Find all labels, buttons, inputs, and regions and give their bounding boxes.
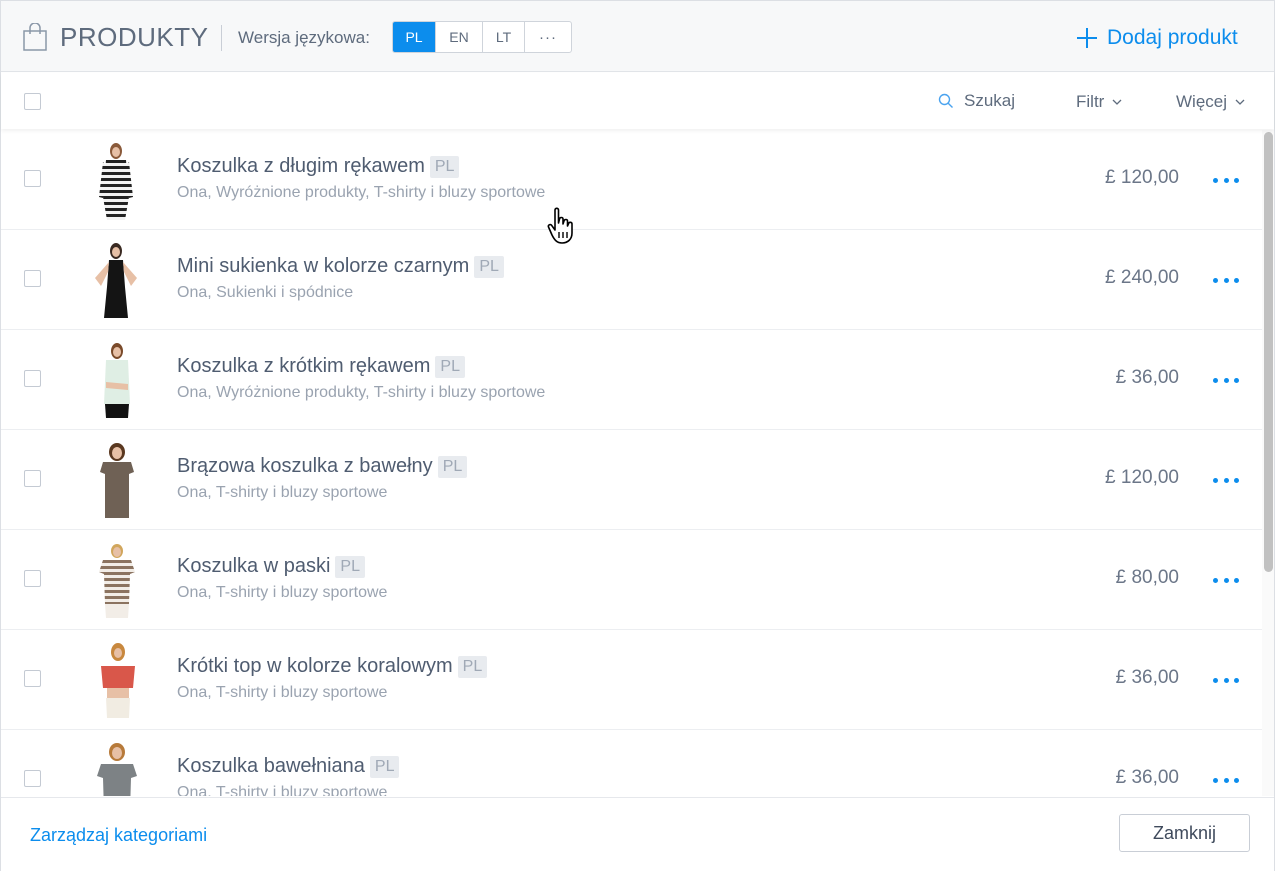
product-categories: Ona, Sukienki i spódnice <box>177 284 354 301</box>
product-thumbnail <box>97 743 137 796</box>
product-categories: Ona, Wyróżnione produkty, T-shirty i blu… <box>177 184 546 201</box>
product-row[interactable]: Koszulka z krótkim rękawem PL Ona, Wyróż… <box>1 330 1262 430</box>
product-price: £ 240,00 <box>1105 267 1179 288</box>
product-name-text: Mini sukienka w kolorze czarnym <box>177 255 470 277</box>
language-badge: PL <box>435 355 465 378</box>
product-name[interactable]: Koszulka bawełniana PL <box>177 755 400 778</box>
product-categories: Ona, T-shirty i bluzy sportowe <box>177 784 388 796</box>
product-price: £ 120,00 <box>1105 467 1179 488</box>
more-label: Więcej <box>1176 92 1228 111</box>
list-toolbar: Szukaj Filtr Więcej <box>1 73 1274 129</box>
language-badge: PL <box>457 655 488 678</box>
product-row[interactable]: Koszulka bawełniana PL Ona, T-shirty i b… <box>1 730 1262 796</box>
chevron-down-icon <box>1112 99 1122 105</box>
more-dropdown[interactable]: Więcej <box>1176 92 1245 112</box>
product-name-text: Koszulka bawełniana <box>177 755 365 777</box>
row-checkbox[interactable] <box>24 170 41 187</box>
header-divider <box>221 25 222 51</box>
row-actions-button[interactable] <box>1213 570 1239 590</box>
manage-categories-link[interactable]: Zarządzaj kategoriami <box>30 825 207 846</box>
product-thumbnail <box>104 343 130 418</box>
product-name-text: Krótki top w kolorze koralowym <box>177 655 453 677</box>
row-checkbox[interactable] <box>24 270 41 287</box>
page-title: PRODUKTY <box>60 22 209 52</box>
filter-dropdown[interactable]: Filtr <box>1076 92 1122 112</box>
product-name-text: Koszulka z krótkim rękawem <box>177 355 431 377</box>
add-product-label: Dodaj produkt <box>1107 26 1238 49</box>
product-name[interactable]: Koszulka z krótkim rękawem PL <box>177 355 465 378</box>
row-checkbox[interactable] <box>24 370 41 387</box>
product-name[interactable]: Krótki top w kolorze koralowym PL <box>177 655 488 678</box>
product-price: £ 36,00 <box>1115 667 1179 688</box>
filter-label: Filtr <box>1076 92 1105 111</box>
row-checkbox[interactable] <box>24 770 41 787</box>
add-product-button[interactable]: Dodaj produkt <box>1077 23 1238 53</box>
product-price: £ 120,00 <box>1105 167 1179 188</box>
product-row[interactable]: Mini sukienka w kolorze czarnym PL Ona, … <box>1 230 1262 330</box>
dialog-footer: Zarządzaj kategoriami Zamknij <box>1 797 1274 871</box>
product-name-text: Brązowa koszulka z bawełny <box>177 455 433 477</box>
language-en-button[interactable]: EN <box>436 22 483 52</box>
product-categories: Ona, T-shirty i bluzy sportowe <box>177 484 388 501</box>
language-lt-button[interactable]: LT <box>483 22 525 52</box>
product-row[interactable]: Koszulka z długim rękawem PL Ona, Wyróżn… <box>1 130 1262 230</box>
product-price: £ 36,00 <box>1115 767 1179 788</box>
language-badge: PL <box>335 555 365 578</box>
product-row[interactable]: Krótki top w kolorze koralowym PL Ona, T… <box>1 630 1262 730</box>
product-thumbnail <box>95 243 137 318</box>
row-checkbox[interactable] <box>24 470 41 487</box>
shopping-bag-icon <box>23 23 47 51</box>
row-actions-button[interactable] <box>1213 270 1239 290</box>
language-badge: PL <box>474 255 504 278</box>
hand-cursor-icon <box>547 207 573 244</box>
row-checkbox[interactable] <box>24 570 41 587</box>
product-categories: Ona, Wyróżnione produkty, T-shirty i blu… <box>177 384 546 401</box>
product-row[interactable]: Koszulka w paski PL Ona, T-shirty i bluz… <box>1 530 1262 630</box>
language-badge: PL <box>369 755 400 778</box>
product-name[interactable]: Brązowa koszulka z bawełny PL <box>177 455 468 478</box>
product-name[interactable]: Koszulka z długim rękawem PL <box>177 155 460 178</box>
row-actions-button[interactable] <box>1213 370 1239 390</box>
language-badge: PL <box>437 455 468 478</box>
search-label: Szukaj <box>964 91 1016 110</box>
close-button[interactable]: Zamknij <box>1119 814 1250 852</box>
more-languages-button[interactable]: ··· <box>525 22 571 52</box>
plus-icon <box>1077 28 1097 48</box>
product-categories: Ona, T-shirty i bluzy sportowe <box>177 684 388 701</box>
row-actions-button[interactable] <box>1213 470 1239 490</box>
scrollbar-thumb[interactable] <box>1264 132 1273 572</box>
product-name-text: Koszulka w paski <box>177 555 331 577</box>
language-switcher: PL EN LT ··· <box>392 21 572 53</box>
product-name[interactable]: Koszulka w paski PL <box>177 555 365 578</box>
search-button[interactable]: Szukaj <box>938 91 1015 111</box>
products-dialog: PRODUKTY Wersja językowa: PL EN LT ··· D… <box>0 0 1275 871</box>
row-actions-button[interactable] <box>1213 170 1239 190</box>
row-actions-button[interactable] <box>1213 770 1239 790</box>
search-icon <box>938 93 953 108</box>
product-price: £ 80,00 <box>1115 567 1179 588</box>
select-all-checkbox[interactable] <box>24 93 41 110</box>
chevron-down-icon <box>1235 99 1245 105</box>
dialog-header: PRODUKTY Wersja językowa: PL EN LT ··· D… <box>1 1 1274 72</box>
row-actions-button[interactable] <box>1213 670 1239 690</box>
product-list: Koszulka z długim rękawem PL Ona, Wyróżn… <box>1 130 1262 796</box>
product-name-text: Koszulka z długim rękawem <box>177 155 425 177</box>
row-checkbox[interactable] <box>24 670 41 687</box>
product-categories: Ona, T-shirty i bluzy sportowe <box>177 584 388 601</box>
product-row[interactable]: Brązowa koszulka z bawełny PL Ona, T-shi… <box>1 430 1262 530</box>
language-label: Wersja językowa: <box>238 28 370 47</box>
product-name[interactable]: Mini sukienka w kolorze czarnym PL <box>177 255 504 278</box>
language-pl-button[interactable]: PL <box>393 22 436 52</box>
product-thumbnail <box>99 544 135 618</box>
product-price: £ 36,00 <box>1115 367 1179 388</box>
product-thumbnail <box>101 643 135 718</box>
product-thumbnail <box>99 143 133 220</box>
product-thumbnail <box>100 443 134 518</box>
language-badge: PL <box>429 155 460 178</box>
